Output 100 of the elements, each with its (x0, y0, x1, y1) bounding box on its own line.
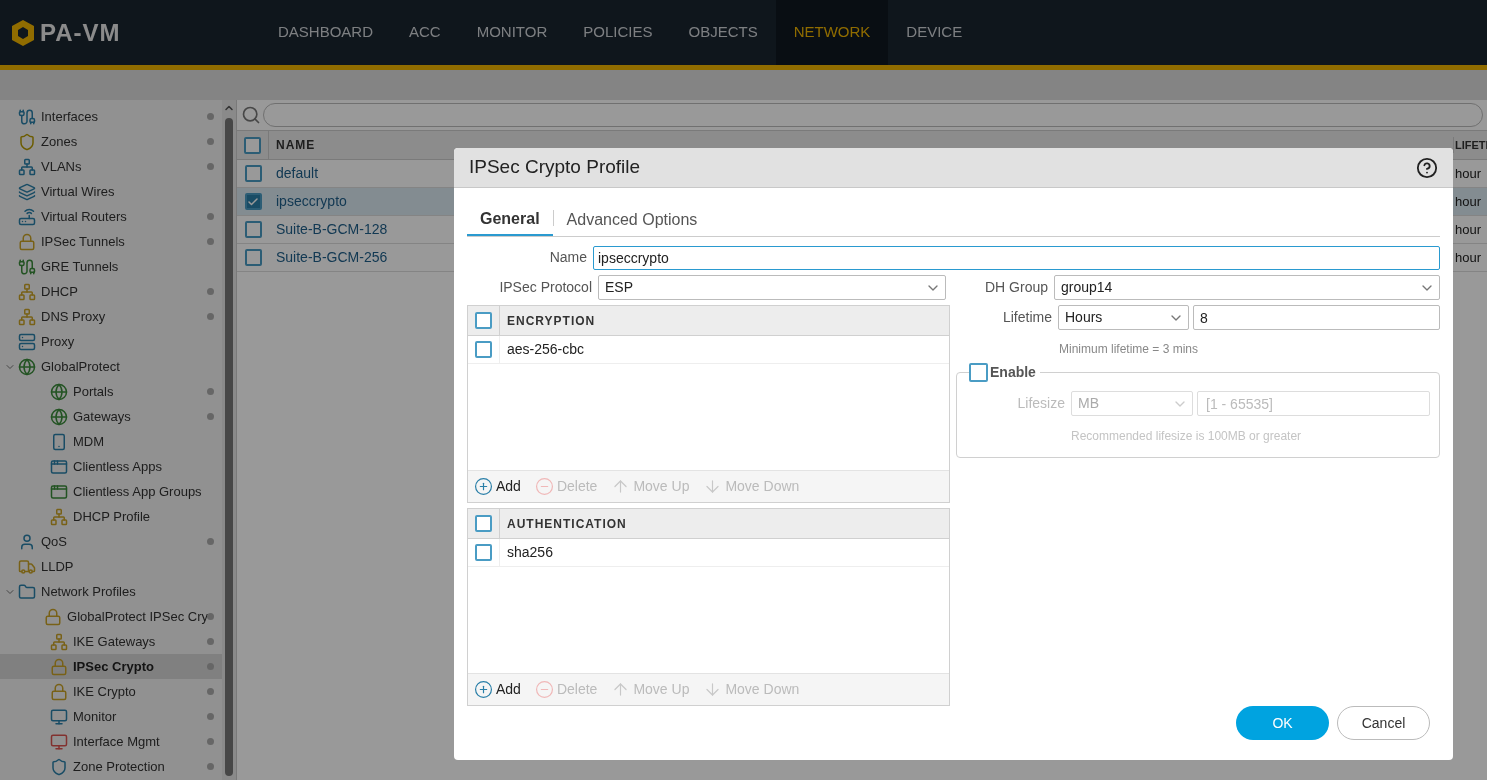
logo-text: PA-VM (40, 17, 121, 48)
checkbox[interactable] (244, 249, 262, 266)
sidebar-item[interactable]: IPSec Tunnels (0, 229, 222, 254)
item-icon (18, 207, 36, 226)
ok-button[interactable]: OK (1236, 706, 1329, 740)
nav-tab[interactable]: DEVICE (888, 0, 981, 65)
field-label: Name (548, 248, 588, 267)
sidebar-item[interactable]: DHCP (0, 279, 222, 304)
sidebar-item[interactable]: Clientless App Groups (0, 479, 222, 504)
item-icon (18, 307, 36, 326)
checkbox[interactable] (475, 341, 492, 358)
checkbox[interactable] (244, 221, 262, 238)
table-cell-text: default (275, 164, 319, 183)
help-icon[interactable] (1416, 156, 1438, 179)
item-label: Monitor (73, 707, 117, 726)
dialog-tab[interactable]: Advanced Options (553, 203, 711, 236)
item-icon (50, 657, 68, 676)
item-icon (18, 532, 36, 551)
checkbox[interactable] (969, 363, 988, 382)
item-label: Interfaces (41, 107, 99, 126)
item-icon (18, 282, 36, 301)
checkbox[interactable] (475, 515, 492, 532)
checkbox[interactable] (475, 312, 492, 329)
field-label: DH Group (983, 278, 1049, 297)
nav-tab[interactable]: ACC (391, 0, 459, 65)
field-label: Lifesize (1016, 394, 1066, 413)
nav-tab[interactable]: DASHBOARD (260, 0, 392, 65)
sidebar-item[interactable]: Portals (0, 379, 222, 404)
scrollbar[interactable] (222, 100, 236, 780)
item-icon (50, 407, 68, 426)
column-header: ENCRYPTION (506, 312, 596, 330)
sidebar-item[interactable]: Interfaces (0, 104, 222, 129)
sidebar-item[interactable]: Network Profiles (0, 579, 222, 604)
protocol-select[interactable]: ESP (598, 275, 946, 300)
sidebar-item[interactable]: Zones (0, 129, 222, 154)
item-label: IPSec Tunnels (41, 232, 125, 251)
item-icon (44, 607, 63, 626)
item-label: DHCP (41, 282, 78, 301)
sidebar-item[interactable]: MDM (0, 429, 222, 454)
plus-icon (474, 477, 493, 496)
table-cell-text: ipseccrypto (275, 192, 347, 211)
sidebar-item[interactable]: IKE Gateways (0, 629, 222, 654)
sidebar-item[interactable]: Proxy (0, 329, 222, 354)
item-label: LLDP (41, 557, 74, 576)
item-label: DHCP Profile (73, 507, 151, 526)
sidebar-item[interactable]: GRE Tunnels (0, 254, 222, 279)
name-field[interactable]: ipseccrypto (593, 245, 1440, 270)
column-header: AUTHENTICATION (506, 515, 627, 533)
checkbox[interactable] (244, 165, 262, 182)
sidebar-item[interactable]: Zone Protection (0, 754, 222, 779)
item-label: Zone Protection (73, 757, 165, 776)
item-label: Virtual Wires (41, 182, 115, 201)
nav-tab[interactable]: POLICIES (565, 0, 671, 65)
dialog-tab[interactable]: General (467, 203, 553, 236)
sidebar-item[interactable]: IPSec Crypto (0, 654, 222, 679)
checkbox[interactable] (244, 136, 261, 154)
item-label: Clientless App Groups (73, 482, 202, 501)
add-button[interactable]: Add (474, 679, 521, 700)
sidebar-item[interactable]: Gateways (0, 404, 222, 429)
item-label: GRE Tunnels (41, 257, 119, 276)
checkbox[interactable] (244, 193, 262, 210)
item-icon (18, 182, 36, 201)
lifetime-field[interactable]: 8 (1193, 305, 1440, 330)
sidebar-item[interactable]: DHCP Profile (0, 504, 222, 529)
enable-label: Enable (990, 363, 1036, 382)
hint-text: Recommended lifesize is 100MB or greater (1071, 428, 1303, 445)
minus-icon (534, 680, 554, 699)
sidebar-item[interactable]: IKE Crypto (0, 679, 222, 704)
sidebar-item[interactable]: Clientless Apps (0, 454, 222, 479)
dh-group-select[interactable]: group14 (1054, 275, 1440, 300)
item-icon (50, 707, 68, 726)
item-icon (50, 757, 68, 776)
sidebar-item[interactable]: Interface Mgmt (0, 729, 222, 754)
sidebar-item[interactable]: DNS Proxy (0, 304, 222, 329)
sidebar-item[interactable]: GlobalProtect (0, 354, 222, 379)
sidebar-item[interactable]: Virtual Routers (0, 204, 222, 229)
sidebar-item[interactable]: Virtual Wires (0, 179, 222, 204)
add-button[interactable]: Add (474, 476, 521, 497)
sidebar-item[interactable]: QoS (0, 529, 222, 554)
table-cell-text: hour (1454, 192, 1483, 211)
checkbox[interactable] (475, 544, 492, 561)
item-icon (50, 382, 68, 401)
item-label: GlobalProtect IPSec Cry (67, 607, 208, 626)
item-icon (18, 232, 36, 251)
nav-tab[interactable]: NETWORK (775, 0, 889, 65)
item-label: Clientless Apps (73, 457, 162, 476)
search-icon (241, 105, 261, 125)
nav-tab[interactable]: OBJECTS (670, 0, 776, 65)
sidebar-item[interactable]: VLANs (0, 154, 222, 179)
search-field[interactable] (263, 103, 1483, 127)
sidebar-item[interactable]: Monitor (0, 704, 222, 729)
item-icon (18, 132, 36, 151)
item-label: IKE Crypto (73, 682, 136, 701)
item-icon (18, 582, 36, 601)
unit-select[interactable]: Hours (1058, 305, 1189, 330)
sidebar-item[interactable]: LLDP (0, 554, 222, 579)
cancel-button[interactable]: Cancel (1337, 706, 1430, 740)
nav-tab[interactable]: MONITOR (458, 0, 566, 65)
item-label: QoS (41, 532, 67, 551)
sidebar-item[interactable]: GlobalProtect IPSec Cry (0, 604, 222, 629)
